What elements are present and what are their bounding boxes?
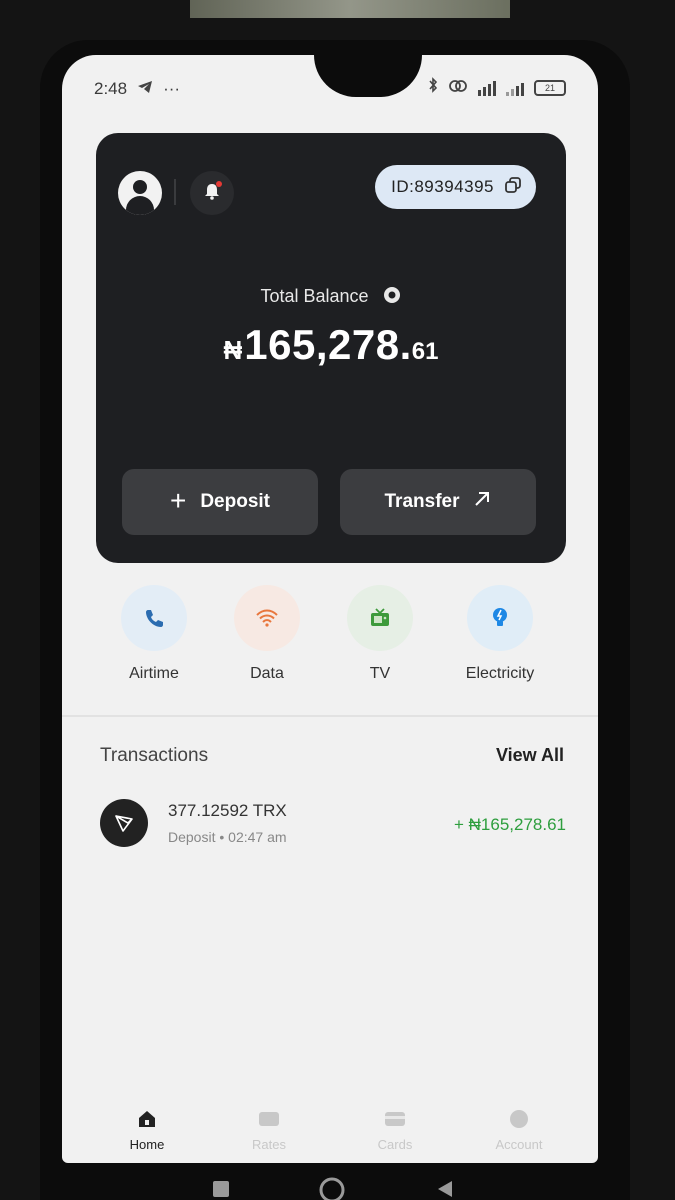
bluetooth-icon: [428, 77, 438, 98]
account-icon: [464, 1107, 574, 1131]
eye-icon[interactable]: [382, 285, 402, 310]
currency-symbol: ₦: [223, 335, 243, 365]
notifications-button[interactable]: [190, 171, 234, 215]
view-all-link[interactable]: View All: [496, 745, 564, 766]
back-icon[interactable]: [436, 1180, 454, 1200]
app-screen: 2:48 ··· 21 ID:89394395 Total Balance ₦1…: [62, 55, 598, 1163]
service-label: Electricity: [465, 665, 535, 682]
bulb-icon: [467, 585, 533, 651]
wifi-icon: [234, 585, 300, 651]
service-label: TV: [369, 665, 391, 682]
plus-icon: +: [169, 484, 187, 516]
total-balance-label: Total Balance: [260, 286, 369, 306]
transfer-label: Transfer: [384, 491, 460, 512]
home-icon: [92, 1107, 202, 1131]
copy-icon: [504, 176, 522, 199]
transaction-row[interactable]: 377.12592 TRX Deposit • 02:47 am + ₦165,…: [100, 797, 566, 853]
section-divider: [62, 715, 598, 717]
system-navigation-bar: [0, 1170, 675, 1200]
balance-cents: 61: [411, 338, 439, 365]
transaction-time: 02:47 am: [228, 829, 287, 845]
home-circle-icon[interactable]: [318, 1176, 346, 1200]
more-notifications-icon: ···: [163, 79, 181, 98]
balance-main: 165,278.: [244, 321, 412, 368]
nav-label: Home: [129, 1137, 165, 1152]
service-airtime[interactable]: Airtime: [99, 585, 209, 683]
meta-separator: •: [219, 829, 225, 845]
transaction-name: 377.12592 TRX: [168, 801, 287, 820]
card-icon: [340, 1107, 450, 1131]
header-divider: [174, 179, 176, 205]
screen-glare: [190, 0, 510, 18]
service-tv[interactable]: TV: [325, 585, 435, 683]
total-balance-label-row: Total Balance: [96, 285, 566, 310]
hotspot-link-icon: [448, 78, 468, 98]
bottom-nav: Home Rates Cards Account: [62, 1099, 598, 1163]
battery-icon: 21: [534, 79, 566, 96]
transfer-button[interactable]: Transfer: [340, 469, 536, 535]
tron-trx-icon: [100, 799, 148, 847]
nav-home[interactable]: Home: [92, 1107, 202, 1152]
nav-rates[interactable]: Rates: [214, 1107, 324, 1152]
telegram-icon: [137, 79, 153, 99]
balance-card: ID:89394395 Total Balance ₦165,278.61 + …: [96, 133, 566, 563]
service-label: Data: [250, 665, 284, 682]
services-row: Airtime Data TV Electricity: [62, 585, 598, 695]
nav-label: Account: [495, 1137, 543, 1152]
profile-avatar[interactable]: [118, 171, 162, 215]
user-id-text: ID:89394395: [391, 177, 494, 196]
status-time: 2:48: [94, 79, 128, 98]
deposit-button[interactable]: + Deposit: [122, 469, 318, 535]
transaction-type: Deposit: [168, 829, 216, 845]
nav-label: Rates: [252, 1137, 286, 1152]
signal-strength-icon: [478, 80, 496, 96]
tv-icon: [347, 585, 413, 651]
user-id-copy-button[interactable]: ID:89394395: [375, 165, 536, 209]
nav-cards[interactable]: Cards: [340, 1107, 450, 1152]
deposit-label: Deposit: [200, 491, 271, 512]
balance-amount: ₦165,278.61: [96, 321, 566, 369]
nav-account[interactable]: Account: [464, 1107, 574, 1152]
transactions-title: Transactions: [100, 745, 209, 766]
transaction-amount: + ₦165,278.61: [453, 815, 566, 834]
phone-icon: [121, 585, 187, 651]
service-data[interactable]: Data: [212, 585, 322, 683]
service-electricity[interactable]: Electricity: [445, 585, 555, 683]
signal-strength-2-icon: [506, 80, 524, 96]
transaction-meta: Deposit • 02:47 am: [168, 829, 287, 845]
status-bar: 2:48 ··· 21: [62, 55, 598, 125]
nav-label: Cards: [377, 1137, 413, 1152]
rates-icon: [214, 1107, 324, 1131]
notification-dot: [216, 181, 222, 187]
service-label: Airtime: [129, 665, 179, 682]
arrow-up-right-icon: [473, 490, 491, 514]
recent-apps-icon[interactable]: [212, 1180, 230, 1200]
